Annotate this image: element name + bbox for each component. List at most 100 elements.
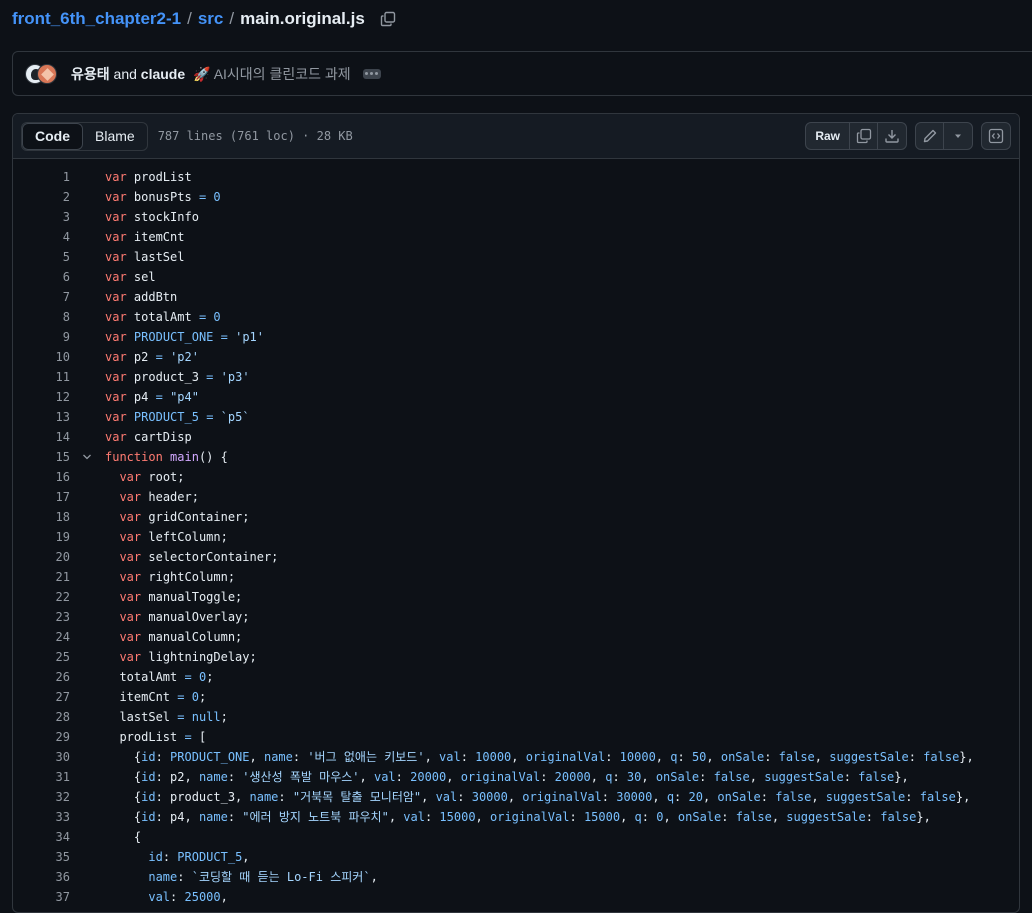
code-line[interactable]: 13 var PRODUCT_5 = `p5` [13, 407, 1019, 427]
code-line[interactable]: 11 var product_3 = 'p3' [13, 367, 1019, 387]
code-line[interactable]: 23 var manualOverlay; [13, 607, 1019, 627]
code-line[interactable]: 19 var leftColumn; [13, 527, 1019, 547]
code-line[interactable]: 3 var stockInfo [13, 207, 1019, 227]
commit-expand-button[interactable] [362, 68, 381, 79]
breadcrumb-repo-link[interactable]: front_6th_chapter2-1 [12, 9, 181, 29]
line-number[interactable]: 36 [13, 867, 70, 887]
line-number[interactable]: 3 [13, 207, 70, 227]
code-line[interactable]: 18 var gridContainer; [13, 507, 1019, 527]
line-number[interactable]: 24 [13, 627, 70, 647]
line-number[interactable]: 7 [13, 287, 70, 307]
code-line[interactable]: 5 var lastSel [13, 247, 1019, 267]
code-line[interactable]: 22 var manualToggle; [13, 587, 1019, 607]
download-raw-button[interactable] [878, 123, 906, 149]
copy-path-button[interactable] [379, 10, 397, 28]
code-token: PRODUCT_5 [177, 850, 243, 864]
line-number[interactable]: 28 [13, 707, 70, 727]
code-line[interactable]: 8 var totalAmt = 0 [13, 307, 1019, 327]
line-number[interactable]: 1 [13, 167, 70, 187]
line-number[interactable]: 16 [13, 467, 70, 487]
code-line[interactable]: 37 val: 25000, [13, 887, 1019, 907]
code-line[interactable]: 1 var prodList [13, 167, 1019, 187]
code-token: }, [894, 770, 909, 784]
line-number[interactable]: 8 [13, 307, 70, 327]
code-line[interactable]: 6 var sel [13, 267, 1019, 287]
line-number[interactable]: 20 [13, 547, 70, 567]
line-number[interactable]: 27 [13, 687, 70, 707]
avatar[interactable] [37, 63, 57, 84]
line-number[interactable]: 6 [13, 267, 70, 287]
code-line[interactable]: 28 lastSel = null; [13, 707, 1019, 727]
code-line[interactable]: 10 var p2 = 'p2' [13, 347, 1019, 367]
code-line[interactable]: 26 totalAmt = 0; [13, 667, 1019, 687]
code-line[interactable]: 36 name: `코딩할 때 듣는 Lo-Fi 스피커`, [13, 867, 1019, 887]
code-line[interactable]: 17 var header; [13, 487, 1019, 507]
line-number[interactable]: 9 [13, 327, 70, 347]
line-number[interactable]: 18 [13, 507, 70, 527]
line-number[interactable]: 30 [13, 747, 70, 767]
tab-code[interactable]: Code [22, 122, 83, 150]
code-line[interactable]: 15 function main() { [13, 447, 1019, 467]
symbols-panel-button[interactable] [981, 122, 1011, 150]
line-number[interactable]: 15 [13, 447, 70, 467]
copy-raw-button[interactable] [850, 123, 878, 149]
code-view[interactable]: 1 var prodList 2 var bonusPts = 0 3 var stock… [13, 159, 1019, 907]
code-line[interactable]: 31 {id: p2, name: '생산성 폭발 마우스', val: 200… [13, 767, 1019, 787]
code-line[interactable]: 7 var addBtn [13, 287, 1019, 307]
line-number[interactable]: 32 [13, 787, 70, 807]
code-line[interactable]: 27 itemCnt = 0; [13, 687, 1019, 707]
commit-author-2[interactable]: claude [141, 66, 185, 82]
code-line[interactable]: 30 {id: PRODUCT_ONE, name: '버그 없애는 키보드',… [13, 747, 1019, 767]
line-number[interactable]: 13 [13, 407, 70, 427]
fold-gutter [70, 347, 105, 367]
edit-file-button[interactable] [916, 123, 944, 149]
line-number[interactable]: 17 [13, 487, 70, 507]
fold-gutter[interactable] [70, 447, 105, 467]
code-token: { [105, 770, 142, 784]
code-line[interactable]: 9 var PRODUCT_ONE = 'p1' [13, 327, 1019, 347]
line-number[interactable]: 5 [13, 247, 70, 267]
code-line[interactable]: 16 var root; [13, 467, 1019, 487]
line-number[interactable]: 10 [13, 347, 70, 367]
code-line[interactable]: 14 var cartDisp [13, 427, 1019, 447]
commit-avatars[interactable] [25, 62, 63, 86]
code-line[interactable]: 2 var bonusPts = 0 [13, 187, 1019, 207]
line-number[interactable]: 23 [13, 607, 70, 627]
code-line[interactable]: 12 var p4 = "p4" [13, 387, 1019, 407]
line-number[interactable]: 26 [13, 667, 70, 687]
raw-button[interactable]: Raw [806, 123, 850, 149]
code-line[interactable]: 21 var rightColumn; [13, 567, 1019, 587]
line-number[interactable]: 21 [13, 567, 70, 587]
line-number[interactable]: 14 [13, 427, 70, 447]
line-number[interactable]: 37 [13, 887, 70, 907]
line-number[interactable]: 35 [13, 847, 70, 867]
line-number[interactable]: 34 [13, 827, 70, 847]
line-number[interactable]: 19 [13, 527, 70, 547]
commit-message[interactable]: 🚀 AI시대의 클린코드 과제 [193, 64, 350, 84]
line-number[interactable]: 22 [13, 587, 70, 607]
code-line[interactable]: 4 var itemCnt [13, 227, 1019, 247]
line-number[interactable]: 33 [13, 807, 70, 827]
raw-button-group: Raw [805, 122, 907, 150]
line-number[interactable]: 2 [13, 187, 70, 207]
edit-options-dropdown[interactable] [944, 123, 972, 149]
code-line[interactable]: 34 { [13, 827, 1019, 847]
code-token: false [778, 750, 815, 764]
code-line[interactable]: 32 {id: product_3, name: "거북목 탈출 모니터암", … [13, 787, 1019, 807]
code-token: : [278, 790, 293, 804]
breadcrumb-dir-link[interactable]: src [198, 9, 224, 29]
code-line[interactable]: 29 prodList = [ [13, 727, 1019, 747]
tab-blame[interactable]: Blame [83, 123, 147, 150]
line-number[interactable]: 12 [13, 387, 70, 407]
code-line[interactable]: 33 {id: p4, name: "에러 방지 노트북 파우치", val: … [13, 807, 1019, 827]
line-number[interactable]: 25 [13, 647, 70, 667]
line-number[interactable]: 4 [13, 227, 70, 247]
code-line[interactable]: 25 var lightningDelay; [13, 647, 1019, 667]
line-number[interactable]: 29 [13, 727, 70, 747]
code-line[interactable]: 24 var manualColumn; [13, 627, 1019, 647]
line-number[interactable]: 11 [13, 367, 70, 387]
code-line[interactable]: 20 var selectorContainer; [13, 547, 1019, 567]
commit-author-1[interactable]: 유용태 [71, 66, 110, 82]
code-line[interactable]: 35 id: PRODUCT_5, [13, 847, 1019, 867]
line-number[interactable]: 31 [13, 767, 70, 787]
